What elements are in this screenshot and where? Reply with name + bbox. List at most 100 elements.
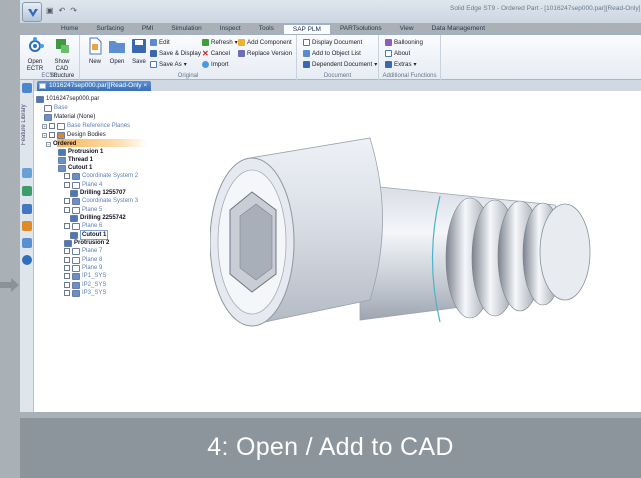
add-component-button[interactable]: Add Component — [238, 38, 292, 47]
ballooning-button[interactable]: Ballooning — [385, 38, 423, 47]
open-ectr-button[interactable]: Open ECTR — [22, 37, 48, 73]
tree-node-ip2-sys[interactable]: IP2_SYS — [64, 281, 106, 289]
visibility-checkbox[interactable] — [64, 182, 70, 188]
tree-node-label: Plane 6 — [82, 223, 103, 229]
feature-icon — [58, 156, 66, 164]
tree-node-coordinate-system-3[interactable]: Coordinate System 3 — [64, 197, 138, 205]
visibility-checkbox[interactable] — [49, 123, 55, 129]
tree-node-cutout-1[interactable]: Cutout 1 — [70, 230, 109, 240]
tree-node-base[interactable]: Base — [44, 104, 68, 112]
feature-icon — [64, 239, 72, 247]
about-button[interactable]: About — [385, 49, 410, 58]
tree-node-label: IP3_SYS — [82, 290, 107, 296]
step-caption: 4: Open / Add to CAD — [20, 418, 641, 478]
application-menu-button[interactable] — [22, 2, 42, 22]
feature-library-label[interactable]: Feature Library — [21, 95, 31, 155]
tree-node-coordinate-system-2[interactable]: Coordinate System 2 — [64, 172, 138, 180]
layers-icon[interactable] — [22, 168, 32, 178]
extras-button[interactable]: Extras ▾ — [385, 60, 417, 69]
tree-node-label: Base Reference Planes — [67, 123, 131, 129]
tab-sap-plm[interactable]: SAP PLM — [282, 24, 331, 34]
tab-home[interactable]: Home — [52, 24, 87, 34]
tree-node-drilling-1255707[interactable]: Drilling 1255707 — [70, 189, 126, 197]
tree-node-label: IP2_SYS — [82, 282, 107, 288]
tree-node-plane-9[interactable]: Plane 9 — [64, 264, 102, 272]
undo-icon[interactable]: ↶ — [59, 6, 66, 15]
tree-node-material-none[interactable]: Material (None) — [44, 113, 95, 121]
tree-node-ip3-sys[interactable]: IP3_SYS — [64, 289, 106, 297]
display-icon[interactable] — [22, 204, 32, 214]
expand-toggle-icon[interactable]: + — [42, 132, 47, 138]
feature-icon — [72, 197, 80, 205]
tree-node-label: Plane 4 — [82, 182, 103, 188]
import-button[interactable]: Import — [202, 60, 229, 69]
refresh-button[interactable]: Refresh ▾ — [202, 38, 238, 47]
feature-icon — [72, 256, 80, 264]
visibility-checkbox[interactable] — [64, 207, 70, 213]
tree-node-1016247sep000-par[interactable]: 1016247sep000.par — [36, 95, 99, 103]
tree-node-plane-6[interactable]: Plane 6 — [64, 222, 102, 230]
tree-node-label: Material (None) — [54, 114, 96, 120]
tab-tools[interactable]: Tools — [250, 24, 283, 34]
tree-node-base-reference-planes[interactable]: + Base Reference Planes — [42, 122, 130, 130]
tree-node-drilling-2255742[interactable]: Drilling 2255742 — [70, 214, 126, 222]
visibility-checkbox[interactable] — [64, 282, 70, 288]
tab-partsolutions[interactable]: PARTsolutions — [331, 24, 391, 34]
tree-node-thread-1[interactable]: Thread 1 — [58, 156, 93, 164]
ribbon-tabs: Home Surfacing PMI Simulation Inspect To… — [52, 24, 494, 34]
pathfinder-icon[interactable] — [22, 83, 32, 93]
visibility-checkbox[interactable] — [64, 257, 70, 263]
tree-node-ordered[interactable]: − Ordered — [46, 140, 76, 148]
tab-view[interactable]: View — [391, 24, 423, 34]
ribbon-group-ectr: Open ECTR Show CAD Structure ECTR — [20, 35, 80, 81]
tab-inspect[interactable]: Inspect — [211, 24, 250, 34]
cancel-button[interactable]: ✕ Cancel — [202, 49, 230, 58]
tree-node-ip1-sys[interactable]: IP1_SYS — [64, 272, 106, 280]
screw-3d-model[interactable] — [210, 110, 610, 345]
dependent-document-button[interactable]: Dependent Document ▾ — [303, 60, 377, 69]
tree-node-design-bodies[interactable]: + Design Bodies — [42, 131, 106, 139]
ribbon: Open ECTR Show CAD Structure ECTR New Op… — [20, 34, 641, 81]
document-tab[interactable]: 1016247sep000.par][Read-Only × — [37, 81, 152, 91]
tree-node-plane-5[interactable]: Plane 5 — [64, 206, 102, 214]
display-document-button[interactable]: Display Document — [303, 38, 362, 47]
tree-node-label: Plane 9 — [82, 265, 103, 271]
visibility-checkbox[interactable] — [64, 248, 70, 254]
expand-toggle-icon[interactable]: + — [42, 123, 47, 129]
feature-icon — [72, 272, 80, 280]
expand-toggle-icon[interactable]: − — [46, 141, 51, 147]
tree-node-label: Plane 8 — [82, 257, 103, 263]
visibility-checkbox[interactable] — [64, 198, 70, 204]
tree-node-plane-4[interactable]: Plane 4 — [64, 181, 102, 189]
visibility-checkbox[interactable] — [64, 290, 70, 296]
visibility-checkbox[interactable] — [64, 173, 70, 179]
web-icon[interactable] — [22, 255, 32, 265]
feature-icon — [72, 181, 80, 189]
redo-icon[interactable]: ↷ — [70, 6, 77, 15]
visibility-checkbox[interactable] — [64, 265, 70, 271]
app-frame: Solid Edge ST9 - Ordered Part - [1016247… — [0, 0, 641, 478]
save-button[interactable]: Save — [126, 37, 152, 66]
replace-version-button[interactable]: Replace Version — [238, 49, 292, 58]
tab-data-management[interactable]: Data Management — [423, 24, 494, 34]
family-icon[interactable] — [22, 221, 32, 231]
tree-node-protrusion-1[interactable]: Protrusion 1 — [58, 148, 103, 156]
visibility-checkbox[interactable] — [64, 273, 70, 279]
library-icon[interactable] — [22, 186, 32, 196]
tree-node-cutout-1[interactable]: Cutout 1 — [58, 164, 92, 172]
add-to-object-list-button[interactable]: Add to Object List — [303, 49, 361, 58]
edit-button[interactable]: Edit — [150, 38, 170, 47]
tree-node-plane-7[interactable]: Plane 7 — [64, 247, 102, 255]
save-icon[interactable]: ▣ — [46, 6, 54, 15]
save-display-button[interactable]: Save & Display — [150, 49, 201, 58]
tab-pmi[interactable]: PMI — [133, 24, 163, 34]
network-icon — [29, 37, 44, 52]
sensors-icon[interactable] — [22, 238, 32, 248]
visibility-checkbox[interactable] — [49, 132, 55, 138]
save-as-button[interactable]: Save As ▾ — [150, 60, 187, 69]
tree-node-plane-8[interactable]: Plane 8 — [64, 256, 102, 264]
tab-simulation[interactable]: Simulation — [162, 24, 210, 34]
tab-surfacing[interactable]: Surfacing — [87, 24, 132, 34]
tree-node-protrusion-2[interactable]: Protrusion 2 — [64, 239, 109, 247]
visibility-checkbox[interactable] — [64, 223, 70, 229]
